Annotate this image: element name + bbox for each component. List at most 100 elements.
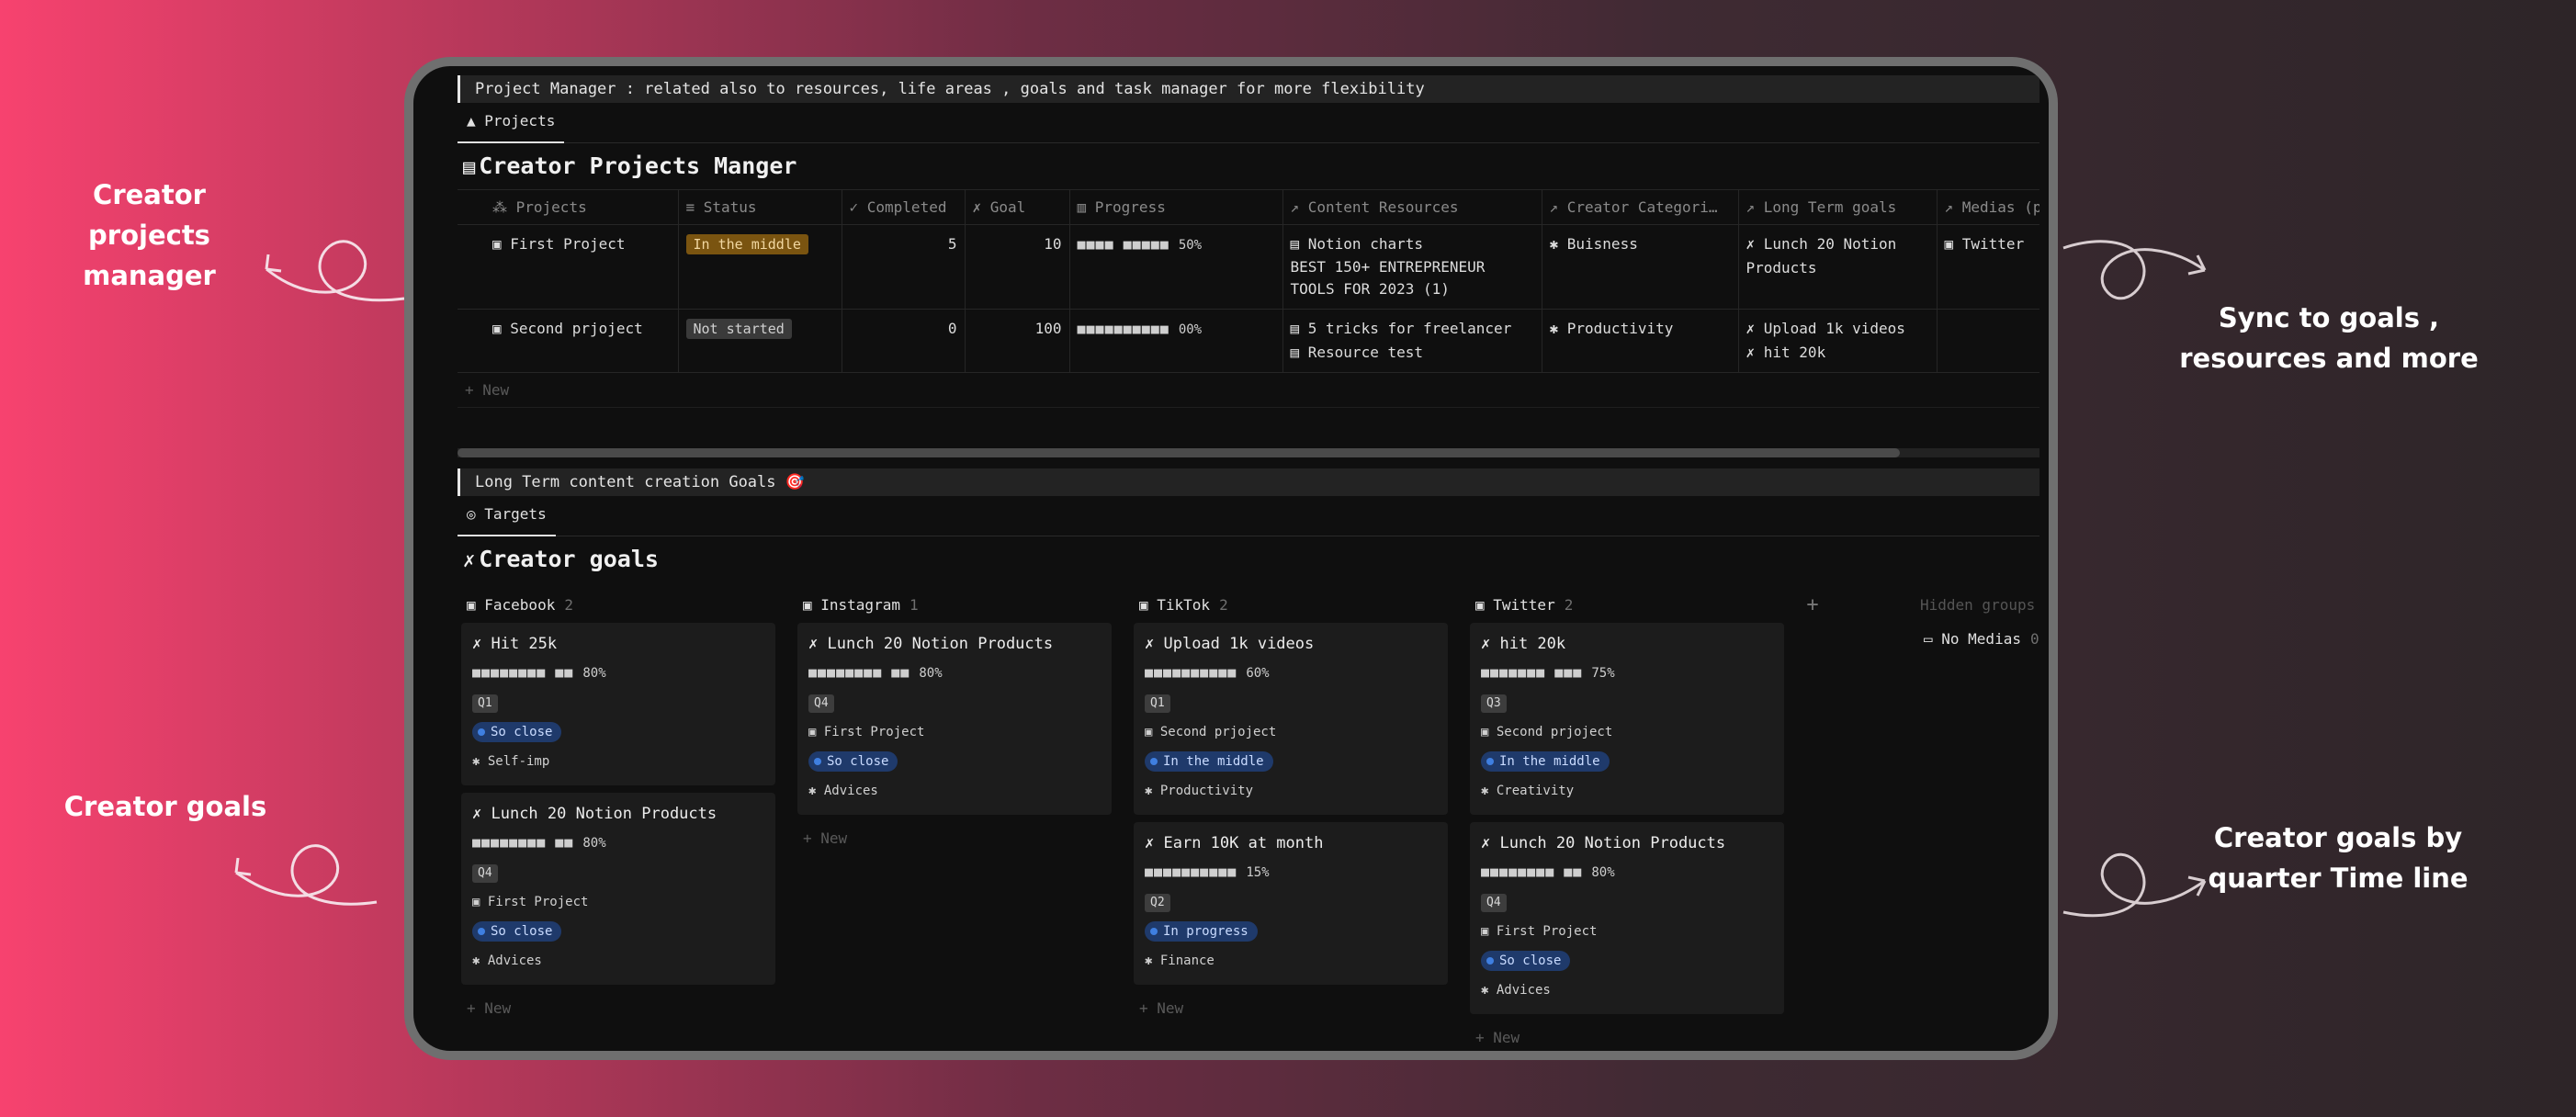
goal-card[interactable]: ✗ Lunch 20 Notion Products ■■■■■■■■ ■■ 80… [797,623,1112,815]
atom-icon: ✱ [1481,983,1497,998]
media-icon: ▣ [803,596,821,614]
target-icon: ✗ [972,198,990,216]
folder-icon: ▤ [1290,320,1308,337]
add-card-button[interactable]: + New [1470,1021,1784,1051]
hidden-groups: Hidden groups ▭ No Medias 0 [1920,588,2049,656]
goal-card[interactable]: ✗ hit 20k ■■■■■■■ ■■■ 75% Q3 ▣ Second prj… [1470,623,1784,815]
progress-bar: ■■■■■■■■ ■■ [808,664,910,681]
target-icon: ✗ [1746,344,1764,361]
add-card-button[interactable]: + New [1134,992,1448,1025]
curly-arrow-icon [2062,240,2207,300]
col-header[interactable]: ✗ Goal [965,189,1070,225]
quarter-tag: Q1 [1145,694,1170,713]
quarter-tag: Q4 [808,694,834,713]
curly-arrow-icon [265,240,405,302]
box-icon: ▣ [808,725,824,739]
database-icon: ▤ [463,156,476,179]
add-group-button[interactable]: + [1799,588,1826,623]
atom-icon: ✱ [1145,953,1160,968]
nodes-icon: ⁂ [492,198,516,216]
goal-card[interactable]: ✗ Hit 25k ■■■■■■■■ ■■ 80% Q1 So close ✱ S… [461,623,775,785]
horizontal-scrollbar[interactable] [458,448,2039,457]
col-header[interactable]: ↗ Creator Categori… [1542,189,1739,225]
atom-icon: ✱ [1481,784,1497,798]
list-icon: ≡ [685,198,704,216]
goal-card[interactable]: ✗ Earn 10K at month ■■■■■■■■■■ 15% Q2 In … [1134,822,1448,985]
tablet-frame: Project Manager : related also to resour… [404,57,2058,1060]
table-row[interactable]: ▣ Second prjoject Not started 0 100 ■■■■… [458,309,2039,373]
status-badge: In the middle [685,234,808,254]
goal-card[interactable]: ✗ Lunch 20 Notion Products ■■■■■■■■ ■■ 80… [1470,822,1784,1014]
goal-card[interactable]: ✗ Lunch 20 Notion Products ■■■■■■■■ ■■ 80… [461,793,775,985]
atom-icon: ✱ [1549,320,1567,337]
box-icon: ▣ [472,895,488,909]
col-header[interactable]: ⁂ Projects [485,189,679,225]
projects-table: ⁂ Projects ≡ Status ✓ Completed ✗ Goal ▥… [458,189,2039,373]
target-icon: ✗ [1145,635,1164,653]
col-header[interactable]: ↗ Content Resources [1282,189,1542,225]
atom-icon: ✱ [1549,235,1567,253]
col-header[interactable]: ↗ Medias (p [1937,189,2039,225]
status-pill: So close [808,751,898,772]
target-icon: ✗ [463,549,476,572]
status-pill: So close [1481,951,1571,971]
target-icon: ✗ [1481,635,1500,653]
target-icon: ✗ [472,805,491,823]
target-icon: ✗ [808,635,828,653]
tab-targets[interactable]: ◎ Targets [458,496,556,536]
progress-bar: ■■■■■■■■ ■■ [1481,863,1583,880]
inbox-icon: ▭ [1924,630,1942,648]
status-pill: In progress [1145,921,1258,942]
box-icon: ▣ [1145,725,1160,739]
curly-arrow-icon [234,844,378,906]
target-icon: ✗ [1746,320,1764,337]
scrollbar-thumb[interactable] [458,448,1900,457]
new-row-button[interactable]: + New [458,373,2039,408]
project-callout: Project Manager : related also to resour… [458,75,2039,103]
col-header[interactable]: ▥ Progress [1069,189,1283,225]
quarter-tag: Q3 [1481,694,1507,713]
hidden-group-no-medias[interactable]: ▭ No Medias 0 [1920,623,2049,656]
status-pill: In the middle [1481,751,1610,772]
goal-card[interactable]: ✗ Upload 1k videos ■■■■■■■■■■ 60% Q1 ▣ Se… [1134,623,1448,815]
target-icon: ✗ [1746,235,1764,253]
projects-db-title[interactable]: ▤ Creator Projects Manger [458,143,2039,189]
callout-timeline: Creator goals by quarter Time line [2208,822,2469,894]
callout-goals: Creator goals [63,791,267,822]
goals-callout: Long Term content creation Goals 🎯 [458,468,2039,496]
board-column-instagram: ▣ Instagram 1 ✗ Lunch 20 Notion Products … [797,588,1112,855]
add-card-button[interactable]: + New [461,992,775,1025]
box-icon: ▣ [1481,725,1497,739]
progress-bar: ■■■■■■■■ ■■ [472,664,574,681]
goals-tabs: ◎ Targets [458,496,2039,536]
board-column-tiktok: ▣ TikTok 2 ✗ Upload 1k videos ■■■■■■■■■■ 6… [1134,588,1448,1025]
project-tabs: ▲ Projects [458,103,2039,143]
status-badge: Not started [685,319,792,339]
target-icon: ✗ [472,635,491,653]
table-row[interactable]: ▣ First Project In the middle 5 10 ■■■■ … [458,224,2039,310]
add-card-button[interactable]: + New [797,822,1112,855]
atom-icon: ✱ [472,953,488,968]
atom-icon: ✱ [472,754,488,769]
status-pill: So close [472,722,562,742]
box-icon: ▣ [492,235,511,253]
notion-screen: Project Manager : related also to resour… [413,66,2049,1051]
progress-bar: ■■■■■■■ ■■■ [1481,664,1583,681]
atom-icon: ✱ [1145,784,1160,798]
relation-arrow-icon: ↗ [1290,198,1308,216]
status-pill: So close [472,921,562,942]
progress-bar: ■■■■■■■■ ■■ [472,834,574,851]
curly-arrow-icon [2062,852,2207,918]
relation-arrow-icon: ↗ [1944,198,1962,216]
target-icon: ◎ [467,505,485,523]
goals-db-title[interactable]: ✗ Creator goals [458,536,2039,582]
col-header[interactable]: ✓ Completed [842,189,966,225]
table-header-row: ⁂ Projects ≡ Status ✓ Completed ✗ Goal ▥… [458,189,2039,225]
folder-icon: ▤ [1290,344,1308,361]
atom-icon: ✱ [808,784,824,798]
media-icon: ▣ [1139,596,1158,614]
quarter-tag: Q4 [1481,894,1507,912]
tab-projects[interactable]: ▲ Projects [458,103,565,143]
col-header[interactable]: ↗ Long Term goals [1738,189,1938,225]
col-header[interactable]: ≡ Status [678,189,842,225]
